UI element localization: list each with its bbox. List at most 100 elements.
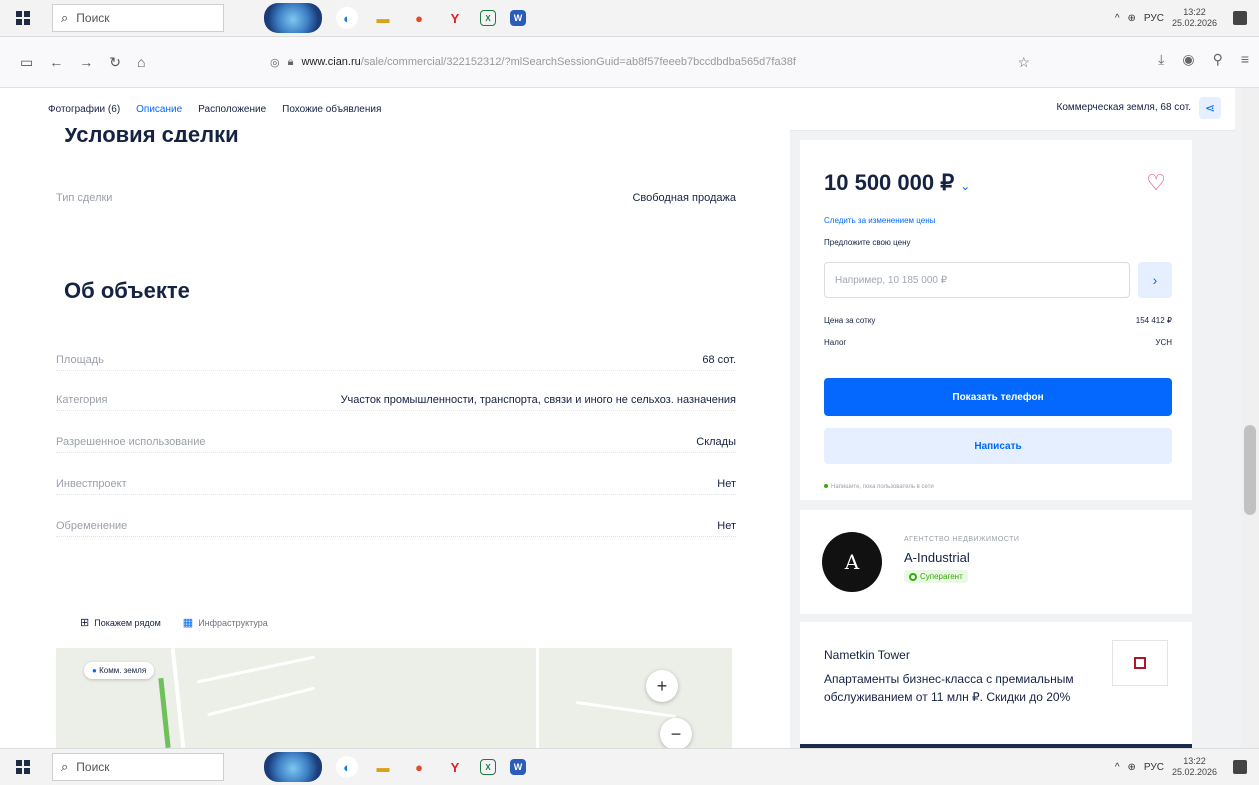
deal-type-value: Свободная продажа	[632, 192, 736, 204]
reload-icon[interactable]: ↻	[109, 54, 121, 71]
tray-time: 13:22	[1183, 7, 1206, 17]
word-icon[interactable]: W	[510, 759, 526, 775]
price-value: 10 500 000 ₽	[824, 170, 955, 195]
windows-start-icon[interactable]	[16, 760, 30, 774]
forward-icon[interactable]: →	[79, 54, 93, 70]
online-note: Напишите, пока пользователь в сети	[824, 484, 934, 490]
show-phone-button[interactable]: Показать телефон	[824, 378, 1172, 416]
yandex-browser-icon[interactable]: ●	[408, 756, 430, 778]
ad-text: Апартаменты бизнес-класса с премиальным …	[824, 672, 1074, 704]
object-row: Инвестпроект Нет	[56, 478, 736, 495]
menu-icon[interactable]: ≡	[1241, 51, 1249, 68]
taskbar-search[interactable]: ⌕ Поиск	[52, 4, 224, 32]
zoom-in-button[interactable]: +	[646, 670, 678, 702]
price-per-row: Цена за сотку 154 412 ₽	[824, 316, 1172, 328]
ad-logo	[1112, 640, 1168, 686]
investproject-value: Нет	[717, 478, 736, 490]
object-row: Категория Участок промышленности, трансп…	[56, 394, 736, 411]
account-icon[interactable]: ◉	[1182, 51, 1194, 68]
yandex-icon[interactable]: Y	[444, 7, 466, 29]
listing-nav: Фотографии (6) Описание Расположение Пох…	[0, 88, 1235, 131]
download-icon[interactable]: ⤓	[1158, 51, 1164, 68]
offer-price-input[interactable]: Например, 10 185 000 ₽	[824, 262, 1130, 298]
cortana-icon[interactable]	[264, 3, 322, 33]
url-domain: www.cian.ru	[301, 56, 361, 68]
scrollbar-thumb[interactable]	[1244, 425, 1256, 515]
object-row: Разрешенное использование Склады	[56, 436, 736, 453]
encumbrance-label: Обременение	[56, 520, 128, 532]
notification-icon[interactable]	[1233, 760, 1247, 774]
taskbar-bottom: ⌕ Поиск ◐ ▬ ● Y X W ^ ⊕ РУС 13:22 25.02.…	[0, 748, 1259, 785]
tray-clock[interactable]: 13:22 25.02.2026	[1172, 7, 1217, 29]
bookmark-star-icon[interactable]: ☆	[1017, 54, 1030, 71]
windows-start-icon[interactable]	[16, 11, 30, 25]
map-tabs: ⊞ Покажем рядом ▦ Инфраструктура	[80, 616, 268, 629]
map-pin[interactable]: ● Комм. земля	[84, 662, 155, 679]
follow-price-link[interactable]: Следить за изменением цены	[824, 216, 935, 225]
chevron-right-icon: ›	[1152, 272, 1158, 288]
yandex-icon[interactable]: Y	[444, 756, 466, 778]
excel-icon[interactable]: X	[480, 759, 496, 775]
edge-icon[interactable]: ◐	[336, 7, 358, 29]
tab-similar[interactable]: Похожие объявления	[282, 104, 381, 115]
offer-submit-button[interactable]: ›	[1138, 262, 1172, 298]
tray-chevron-icon[interactable]: ^	[1115, 13, 1120, 24]
tab-location[interactable]: Расположение	[198, 104, 266, 115]
map[interactable]: ● Комм. земля + −	[56, 648, 732, 748]
scrollbar-track[interactable]	[1241, 88, 1259, 748]
object-row: Площадь 68 сот.	[56, 354, 736, 371]
back-icon[interactable]: ←	[49, 54, 63, 70]
ad-card[interactable]: Nametkin Tower Апартаменты бизнес-класса…	[800, 622, 1192, 748]
share-button[interactable]: ⋖	[1199, 97, 1221, 119]
tray-language[interactable]: РУС	[1144, 13, 1164, 24]
tab-infrastructure[interactable]: ▦ Инфраструктура	[183, 616, 268, 629]
offer-label: Предложите свою цену	[824, 238, 911, 247]
file-explorer-icon[interactable]: ▬	[372, 756, 394, 778]
extensions-icon[interactable]: ⚲	[1213, 51, 1223, 68]
offer-placeholder: Например, 10 185 000 ₽	[835, 274, 948, 286]
sidebar-toggle-icon[interactable]: ▭	[20, 54, 33, 71]
area-label: Площадь	[56, 354, 104, 366]
listing-title: Коммерческая земля, 68 сот.	[1056, 102, 1191, 113]
tray-clock[interactable]: 13:22 25.02.2026	[1172, 756, 1217, 778]
taskbar-search-label: Поиск	[76, 11, 110, 25]
map-pin-label: Комм. земля	[99, 666, 147, 675]
tray-date: 25.02.2026	[1171, 18, 1217, 28]
tray-network-icon[interactable]: ⊕	[1128, 762, 1136, 773]
tray-language[interactable]: РУС	[1144, 762, 1164, 773]
agency-type: АГЕНТСТВО НЕДВИЖИМОСТИ	[904, 536, 1020, 543]
yandex-browser-icon[interactable]: ●	[408, 7, 430, 29]
share-icon: ⋖	[1204, 101, 1216, 115]
superagent-badge: Суперагент	[904, 570, 968, 583]
edge-icon[interactable]: ◐	[336, 756, 358, 778]
favorite-heart-icon[interactable]: ♡	[1146, 170, 1166, 196]
home-icon[interactable]: ⌂	[137, 54, 145, 70]
write-button[interactable]: Написать	[824, 428, 1172, 464]
permitted-use-label: Разрешенное использование	[56, 436, 206, 448]
zoom-out-button[interactable]: −	[660, 718, 692, 748]
word-icon[interactable]: W	[510, 10, 526, 26]
tab-nearby[interactable]: ⊞ Покажем рядом	[80, 616, 161, 629]
tray-chevron-icon[interactable]: ^	[1115, 762, 1120, 773]
file-explorer-icon[interactable]: ▬	[372, 7, 394, 29]
taskbar-search[interactable]: ⌕ Поиск	[52, 753, 224, 781]
tax-row: Налог УСН	[824, 338, 1172, 350]
address-bar[interactable]: ◎ 🔒︎ www.cian.ru /sale/commercial/322152…	[270, 49, 1030, 75]
tab-photos[interactable]: Фотографии (6)	[48, 104, 120, 115]
agency-card[interactable]: A АГЕНТСТВО НЕДВИЖИМОСТИ A-Industrial Су…	[800, 510, 1192, 614]
search-icon: ⌕	[61, 759, 69, 774]
tray-network-icon[interactable]: ⊕	[1128, 13, 1136, 24]
cortana-icon[interactable]	[264, 752, 322, 782]
tab-description[interactable]: Описание	[136, 104, 182, 115]
lock-icon: 🔒︎	[287, 55, 294, 68]
agency-name[interactable]: A-Industrial	[904, 550, 970, 565]
notification-icon[interactable]	[1233, 11, 1247, 25]
browser-toolbar: ▭ ← → ↻ ⌂ ◎ 🔒︎ www.cian.ru /sale/commerc…	[0, 37, 1259, 88]
agency-logo: A	[822, 532, 882, 592]
ad-title: Nametkin Tower	[824, 648, 910, 662]
chevron-down-icon[interactable]: ⌄	[960, 179, 970, 193]
main-content: Условия сделки Тип сделки Свободная прод…	[0, 128, 790, 748]
excel-icon[interactable]: X	[480, 10, 496, 26]
map-green-strip	[158, 677, 171, 748]
category-label: Категория	[56, 394, 108, 406]
